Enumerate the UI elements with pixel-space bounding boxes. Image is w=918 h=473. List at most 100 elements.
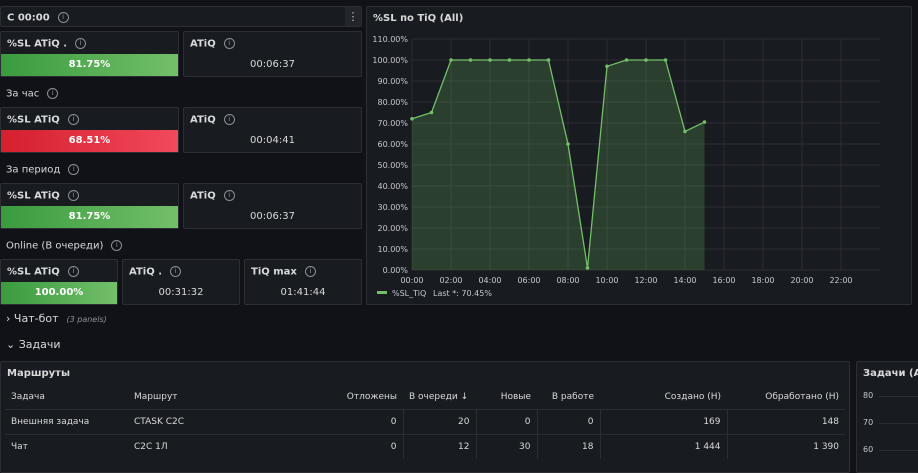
atiq-panel-total: ATiQ i 00:06:37: [183, 31, 362, 77]
routes-table: Задача Маршрут Отложены В очереди ↓ Новы…: [5, 385, 845, 459]
data-point: [468, 58, 473, 62]
panel-title: Задачи (All): [863, 368, 918, 379]
cell: 20: [403, 409, 477, 435]
info-icon[interactable]: i: [223, 190, 235, 201]
panel-title: %SL ATiQ i: [7, 266, 79, 278]
gridline: [879, 450, 918, 451]
info-icon[interactable]: i: [47, 88, 59, 99]
cell: 169: [600, 409, 728, 435]
tasks-all-panel: Задачи (All) 80 70 60: [856, 361, 918, 473]
row-chatbot[interactable]: › Чат-бот (3 panels): [6, 312, 107, 325]
cell: 0: [228, 409, 404, 435]
row-tasks[interactable]: ⌄ Задачи: [6, 338, 61, 351]
sl-atiq-panel-period: %SL ATiQ i 81.75%: [0, 183, 179, 229]
y-tick-label: 90.00%: [377, 77, 408, 86]
sl-atiq-panel-total: %SL ATiQ .i 81.75%: [0, 31, 179, 77]
info-icon[interactable]: i: [57, 12, 69, 23]
panel-title: ATiQ i: [190, 38, 235, 50]
col-header[interactable]: Отложены: [228, 385, 403, 410]
x-tick-label: 08:00: [556, 276, 579, 285]
sl-tiq-chart: 0.00% 10.00% 20.00% 30.00% 40.00% 50.00% 60.00…: [372, 35, 880, 298]
col-header-sorted[interactable]: В очереди ↓: [403, 385, 476, 410]
routes-table-panel: Маршруты Задача Маршрут Отложены В очере…: [0, 361, 850, 473]
data-point: [449, 58, 453, 62]
data-point: [605, 64, 609, 69]
y-tick-label: 100.00%: [372, 56, 408, 65]
cell: C2C 1Л: [128, 434, 228, 459]
legend-label: %SL_TiQ: [392, 289, 426, 298]
x-tick-label: 20:00: [790, 276, 813, 285]
sl-tiq-chart-panel: %SL по TiQ (All) 0.00% 10.00% 20.00% 30.00%…: [366, 6, 912, 305]
data-point: [488, 58, 492, 62]
y-tick-label: 20.00%: [377, 224, 408, 233]
top-bar: С 00:00 i ⋮: [0, 6, 362, 27]
col-header[interactable]: Обработано (Н): [727, 385, 845, 410]
x-tick-label: 10:00: [595, 276, 618, 285]
data-point: [585, 266, 590, 270]
col-header[interactable]: В работе: [537, 385, 600, 410]
info-icon[interactable]: i: [304, 266, 316, 277]
info-icon[interactable]: i: [223, 38, 235, 49]
x-tick-label: 12:00: [634, 276, 657, 285]
info-icon[interactable]: i: [67, 266, 79, 277]
x-tick-label: 00:00: [400, 276, 423, 285]
y-tick-label: 70.00%: [377, 119, 408, 128]
y-tick-label: 50.00%: [377, 161, 408, 170]
info-icon[interactable]: i: [223, 114, 235, 125]
cell: Внешняя задача: [5, 409, 128, 435]
row-label-period: За период i: [6, 164, 80, 176]
y-tick-label: 70: [863, 418, 874, 427]
y-tick-label: 60: [863, 445, 874, 454]
x-tick-label: 22:00: [829, 276, 852, 285]
info-icon[interactable]: i: [75, 38, 87, 49]
sl-value: 81.75%: [1, 206, 178, 228]
table-row: Внешняя задача CTASK C2C 0 20 0 0 169 14…: [5, 409, 845, 435]
table-row: Чат C2C 1Л 0 12 30 18 1 444 1 390: [5, 434, 845, 459]
info-icon[interactable]: i: [170, 266, 181, 277]
col-header[interactable]: Задача: [5, 385, 128, 410]
atiq-value: 00:06:37: [250, 211, 295, 222]
data-point: [663, 58, 668, 62]
tiq-max-panel-online: TiQ max i 01:41:44: [244, 259, 362, 305]
panel-title: %SL ATiQ i: [7, 190, 79, 202]
info-icon[interactable]: i: [67, 190, 79, 201]
cell: 30: [476, 434, 538, 459]
row-label-hour: За час i: [6, 88, 59, 100]
cell: 1 390: [727, 434, 845, 459]
cell: 1 444: [600, 434, 728, 459]
row-sub: (3 panels): [66, 315, 107, 324]
data-point: [644, 58, 648, 62]
cell: 0: [228, 434, 404, 459]
col-header[interactable]: Новые: [476, 385, 537, 410]
chevron-right-icon: ›: [6, 312, 11, 325]
info-icon[interactable]: i: [67, 114, 79, 125]
atiq-value: 00:06:37: [250, 59, 295, 70]
col-header[interactable]: Маршрут: [128, 385, 228, 410]
panel-title: TiQ max i: [251, 266, 316, 278]
cell: 0: [476, 409, 538, 435]
row-title: Чат-бот: [13, 312, 59, 325]
y-tick-label: 110.00%: [372, 35, 408, 44]
data-point: [527, 58, 531, 62]
info-icon[interactable]: i: [111, 240, 123, 251]
panel-title: %SL ATiQ i: [7, 114, 79, 126]
data-point: [624, 58, 629, 62]
x-tick-label: 18:00: [751, 276, 774, 285]
panel-title: ATiQ .i: [129, 266, 181, 278]
x-tick-label: 16:00: [712, 276, 735, 285]
x-tick-label: 14:00: [673, 276, 696, 285]
y-tick-label: 80: [863, 391, 874, 400]
row-title: Задачи: [18, 338, 61, 351]
legend-last-value: Last *: 70.45%: [433, 289, 492, 298]
data-point: [683, 129, 687, 134]
info-icon[interactable]: i: [68, 164, 80, 175]
vertical-dots-icon[interactable]: ⋮: [345, 7, 361, 26]
gridline: [879, 423, 918, 424]
atiq-panel-hour: ATiQ i 00:04:41: [183, 107, 362, 153]
tiq-max-value: 01:41:44: [280, 287, 326, 298]
data-point: [702, 120, 707, 124]
col-header[interactable]: Создано (Н): [600, 385, 727, 410]
sl-value: 68.51%: [1, 130, 178, 152]
panel-title: ATiQ i: [190, 114, 235, 126]
legend-swatch: [377, 291, 387, 294]
